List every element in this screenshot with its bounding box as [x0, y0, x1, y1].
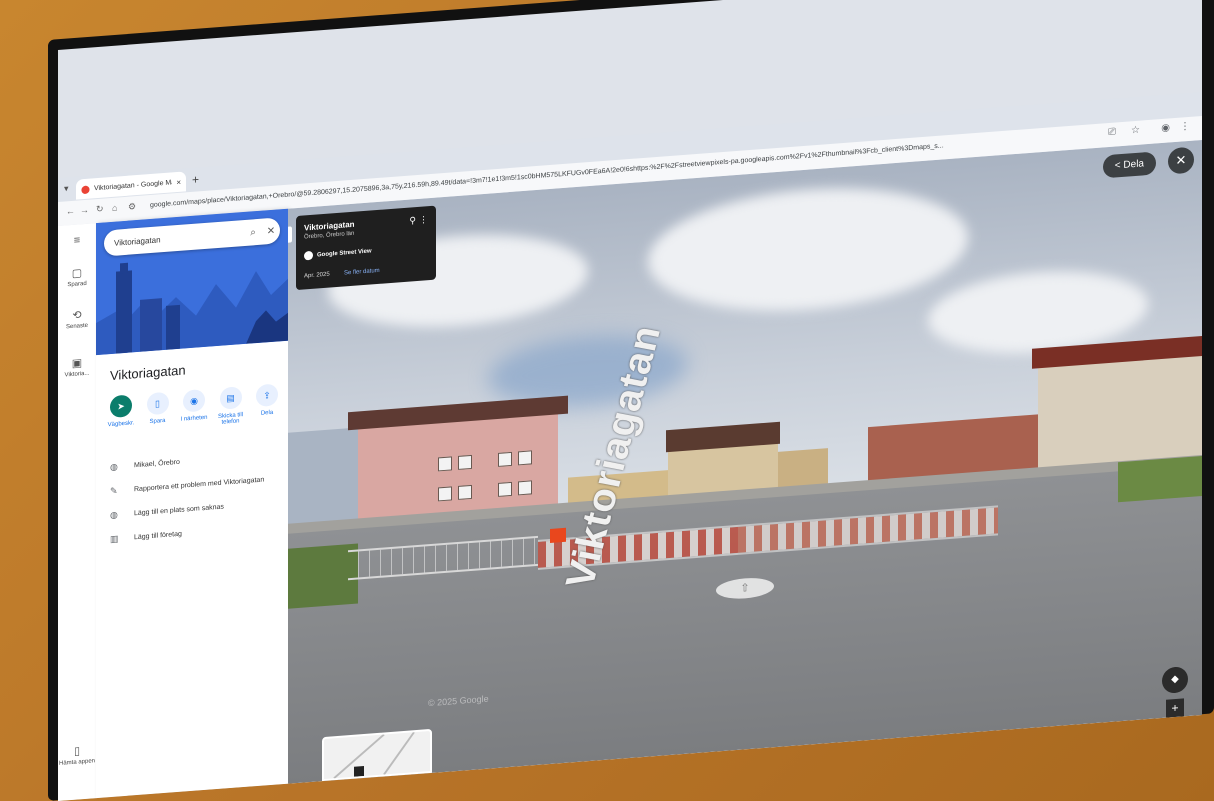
report-problem-link[interactable]: Rapportera ett problem med Viktoriagatan	[134, 476, 264, 493]
nearby-button[interactable]: ◉ I närheten	[177, 388, 211, 429]
place-title: Viktoriagatan	[110, 362, 186, 384]
more-options-icon[interactable]: ⋮	[419, 214, 428, 226]
hamburger-icon: ≡	[73, 234, 81, 247]
maps-left-rail: ≡ ▢ Sparad ⟲ Senaste ▣ Viktoria... ▯ Häm…	[58, 223, 97, 801]
share-label: Dela	[1123, 158, 1144, 171]
add-place-icon: ◍	[110, 509, 118, 521]
info-row-locality: ◍ Mikael, Örebro	[110, 457, 180, 473]
street-view[interactable]: ⇧ Viktoriagatan © 2025 Google ▬ Viktoria…	[288, 139, 1202, 784]
add-business-link[interactable]: Lägg till företag	[134, 531, 182, 542]
directions-label: Vägbeskr.	[107, 420, 135, 429]
save-button[interactable]: ▯ Spara	[141, 391, 175, 432]
place-panel: Viktoriagatan ⌕ ✕ Viktoriagatan ➤ Vägbes…	[96, 208, 296, 799]
search-input[interactable]: Viktoriagatan	[114, 229, 244, 248]
info-row-add-business[interactable]: ▥ Lägg till företag	[110, 529, 182, 545]
info-row-report[interactable]: ✎ Rapportera ett problem med Viktoriagat…	[110, 474, 264, 497]
orange-barrier	[550, 527, 566, 544]
nearby-icon: ◉	[183, 388, 205, 413]
tab-list-icon[interactable]: ▾	[64, 183, 69, 194]
card-source-row: Google Street View	[304, 246, 372, 261]
send-to-phone-button[interactable]: ▤ Skicka till telefon	[214, 386, 248, 427]
profile-avatar-icon[interactable]: ◉	[1161, 122, 1170, 134]
hedge-right	[1118, 455, 1202, 503]
directions-button[interactable]: ➤ Vägbeskr.	[104, 394, 138, 435]
share-arrow-icon: <	[1114, 160, 1121, 172]
reload-icon[interactable]: ↻	[96, 204, 104, 216]
window	[498, 481, 512, 497]
add-missing-place-link[interactable]: Lägg till en plats som saknas	[134, 504, 224, 518]
search-icon[interactable]: ⌕	[244, 226, 262, 238]
pin-icon[interactable]: ⚲	[409, 215, 416, 226]
locality-text: Mikael, Örebro	[134, 458, 180, 470]
share-place-button[interactable]: ⇪ Dela	[250, 383, 284, 424]
window	[518, 480, 532, 496]
menu-button[interactable]: ≡	[58, 233, 96, 250]
bookmark-icon: ▢	[71, 267, 83, 280]
bookmark-star-icon[interactable]: ☆	[1131, 125, 1140, 137]
cast-icon[interactable]: ⎚	[1108, 126, 1116, 138]
directions-icon: ➤	[110, 394, 132, 419]
browser-menu-icon[interactable]: ⋮	[1180, 121, 1190, 133]
share-button[interactable]: < Dela	[1102, 151, 1156, 179]
maps-favicon-icon: ⬤	[81, 184, 90, 194]
save-icon: ▯	[146, 391, 169, 416]
card-subtitle: Örebro, Örebro län	[304, 230, 355, 241]
rail-label-recent: Senaste	[65, 322, 89, 331]
new-tab-button[interactable]: +	[192, 172, 199, 187]
rail-item-get-app[interactable]: ▯ Hämta appen	[58, 743, 96, 767]
street-view-info-card: ▬ Viktoriagatan Örebro, Örebro län ⚲ ⋮ G…	[288, 205, 436, 291]
monitor-screen: ▾ ⬤ Viktoriagatan - Google Maps × + – ▢ …	[58, 0, 1202, 801]
window	[518, 450, 532, 466]
window	[498, 451, 512, 467]
phone-icon: ▯	[73, 745, 81, 758]
site-settings-icon[interactable]: ⚙	[128, 201, 136, 213]
place-hero-illustration: Viktoriagatan ⌕ ✕	[96, 208, 288, 356]
location-pin-icon: ◍	[110, 461, 118, 473]
rail-item-recent[interactable]: ⟲ Senaste	[58, 307, 96, 331]
send-to-phone-icon: ▤	[219, 386, 242, 410]
browser-window: ▾ ⬤ Viktoriagatan - Google Maps × + – ▢ …	[58, 0, 1202, 801]
nearby-label: I närheten	[180, 414, 208, 423]
zoom-in-button[interactable]: +	[1166, 698, 1184, 718]
see-more-dates-link[interactable]: Se fler datum	[344, 268, 380, 277]
save-label: Spara	[149, 417, 166, 426]
back-icon[interactable]: ←	[66, 206, 75, 217]
window	[458, 454, 472, 470]
share-place-label: Dela	[260, 409, 274, 417]
place-thumbnail-icon: ▣	[71, 357, 83, 370]
business-icon: ▥	[110, 533, 119, 545]
clear-search-icon[interactable]: ✕	[262, 225, 280, 237]
send-to-phone-label: Skicka till telefon	[217, 412, 243, 426]
rail-item-viktoriagatan[interactable]: ▣ Viktoria...	[58, 355, 96, 379]
rail-label-get-app: Hämta appen	[58, 758, 96, 767]
history-icon: ⟲	[72, 309, 82, 322]
window	[458, 484, 472, 500]
forward-icon[interactable]: →	[80, 205, 89, 216]
tab-close-icon[interactable]: ×	[176, 177, 181, 186]
rail-item-saved[interactable]: ▢ Sparad	[58, 265, 96, 289]
place-actions: ➤ Vägbeskr. ▯ Spara ◉ I närheten ▤ Skick…	[104, 383, 284, 435]
minimap[interactable]	[322, 728, 432, 782]
window	[438, 456, 452, 472]
info-row-add-place[interactable]: ◍ Lägg till en plats som saknas	[110, 502, 224, 522]
back-to-map-button[interactable]: ▬	[288, 226, 292, 244]
rail-label-place: Viktoria...	[64, 370, 90, 379]
edit-pencil-icon: ✎	[110, 485, 118, 497]
tab-title: Viktoriagatan - Google Maps	[93, 178, 173, 192]
card-date: Apr. 2025	[304, 271, 330, 280]
card-source: Google Street View	[317, 247, 372, 259]
home-icon[interactable]: ⌂	[112, 203, 117, 213]
minimap-roads	[333, 731, 415, 779]
window	[438, 486, 452, 502]
share-icon: ⇪	[256, 383, 278, 408]
street-view-person-icon	[304, 250, 313, 261]
rail-label-saved: Sparad	[67, 280, 87, 289]
